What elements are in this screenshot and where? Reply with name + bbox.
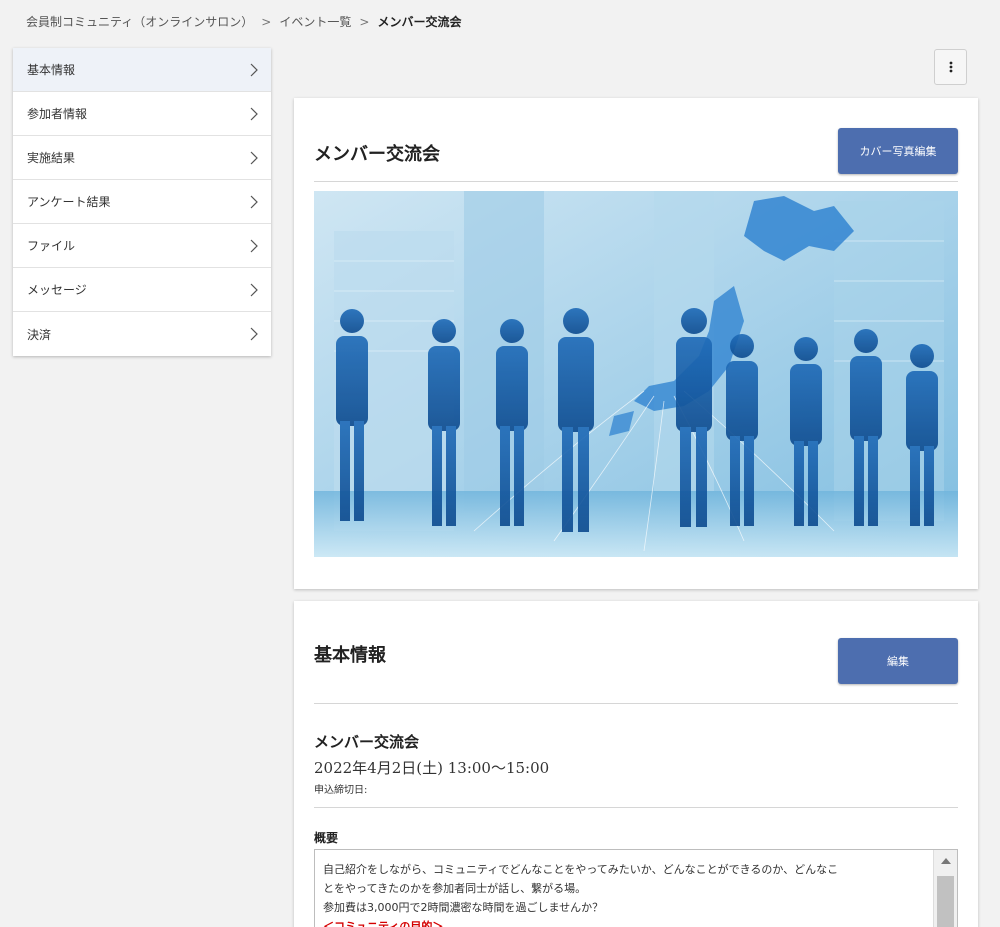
scroll-up-button[interactable]: [934, 850, 957, 872]
cover-image: [314, 191, 958, 557]
summary-highlight: ＜コミュニティの目的＞: [323, 920, 444, 927]
sidebar-item-files[interactable]: ファイル: [13, 224, 271, 268]
summary-label: 概要: [314, 831, 339, 845]
basic-info-card: 基本情報 編集 メンバー交流会 2022年4月2日(土) 13:00〜15:00…: [294, 601, 978, 927]
sidebar-item-label: 基本情報: [27, 63, 76, 77]
sidebar-item-messages[interactable]: メッセージ: [13, 268, 271, 312]
sidebar-item-label: アンケート結果: [27, 195, 111, 209]
divider: [314, 703, 958, 704]
sidebar-item-label: ファイル: [27, 239, 76, 253]
cover-card-title: メンバー交流会: [314, 144, 440, 165]
chevron-right-icon: [250, 195, 258, 208]
summary-line: 参加費は3,000円で2時間濃密な時間を過ごしませんか？: [323, 901, 604, 914]
sidebar-item-label: 実施結果: [27, 151, 76, 165]
more-options-button[interactable]: [934, 49, 967, 85]
application-deadline-label: 申込締切日:: [314, 785, 368, 796]
edit-cover-photo-button[interactable]: カバー写真編集: [838, 128, 958, 174]
chevron-right-icon: [250, 283, 258, 296]
breadcrumb: 会員制コミュニティ（オンラインサロン） > イベント一覧 > メンバー交流会: [26, 13, 461, 30]
summary-line: 自己紹介をしながら、コミュニティでどんなことをやってみたいか、どんなことができる…: [323, 863, 839, 876]
kebab-vertical-icon: [949, 61, 952, 73]
sidebar-nav: 基本情報 参加者情報 実施結果 アンケート結果 ファイル メッセージ 決済: [13, 48, 271, 356]
sidebar-item-participants[interactable]: 参加者情報: [13, 92, 271, 136]
divider: [314, 807, 958, 808]
summary-textarea[interactable]: 自己紹介をしながら、コミュニティでどんなことをやってみたいか、どんなことができる…: [314, 849, 958, 927]
event-date: 2022年4月2日(土) 13:00〜15:00: [314, 759, 550, 777]
chevron-right-icon: [250, 151, 258, 164]
cover-card: メンバー交流会 カバー写真編集: [294, 98, 978, 589]
divider: [314, 181, 958, 182]
sidebar-item-survey-results[interactable]: アンケート結果: [13, 180, 271, 224]
basic-info-title: 基本情報: [314, 645, 386, 666]
chevron-right-icon: [250, 63, 258, 76]
triangle-up-icon: [941, 858, 951, 864]
sidebar-item-label: メッセージ: [27, 283, 87, 297]
business-people-silhouettes-map-image: [314, 191, 958, 557]
event-name: メンバー交流会: [314, 733, 420, 751]
edit-button[interactable]: 編集: [838, 638, 958, 684]
scroll-thumb[interactable]: [937, 876, 954, 927]
sidebar-item-payment[interactable]: 決済: [13, 312, 271, 356]
sidebar-item-basic-info[interactable]: 基本情報: [13, 48, 271, 92]
summary-text: 自己紹介をしながら、コミュニティでどんなことをやってみたいか、どんなことができる…: [323, 860, 929, 927]
sidebar-item-label: 参加者情報: [27, 107, 88, 121]
sidebar-item-results[interactable]: 実施結果: [13, 136, 271, 180]
breadcrumb-community-link[interactable]: 会員制コミュニティ（オンラインサロン）: [26, 15, 253, 29]
summary-line: とをやってきたのかを参加者同士が話し、繋がる場。: [323, 882, 587, 895]
chevron-right-icon: [250, 107, 258, 120]
chevron-right-icon: [250, 327, 258, 341]
chevron-right-icon: [250, 239, 258, 252]
breadcrumb-separator: >: [359, 15, 370, 29]
sidebar-item-label: 決済: [27, 327, 52, 342]
breadcrumb-events-link[interactable]: イベント一覧: [279, 15, 351, 29]
breadcrumb-current: メンバー交流会: [377, 15, 462, 29]
breadcrumb-separator: >: [261, 15, 272, 29]
summary-scrollbar[interactable]: [933, 850, 957, 927]
